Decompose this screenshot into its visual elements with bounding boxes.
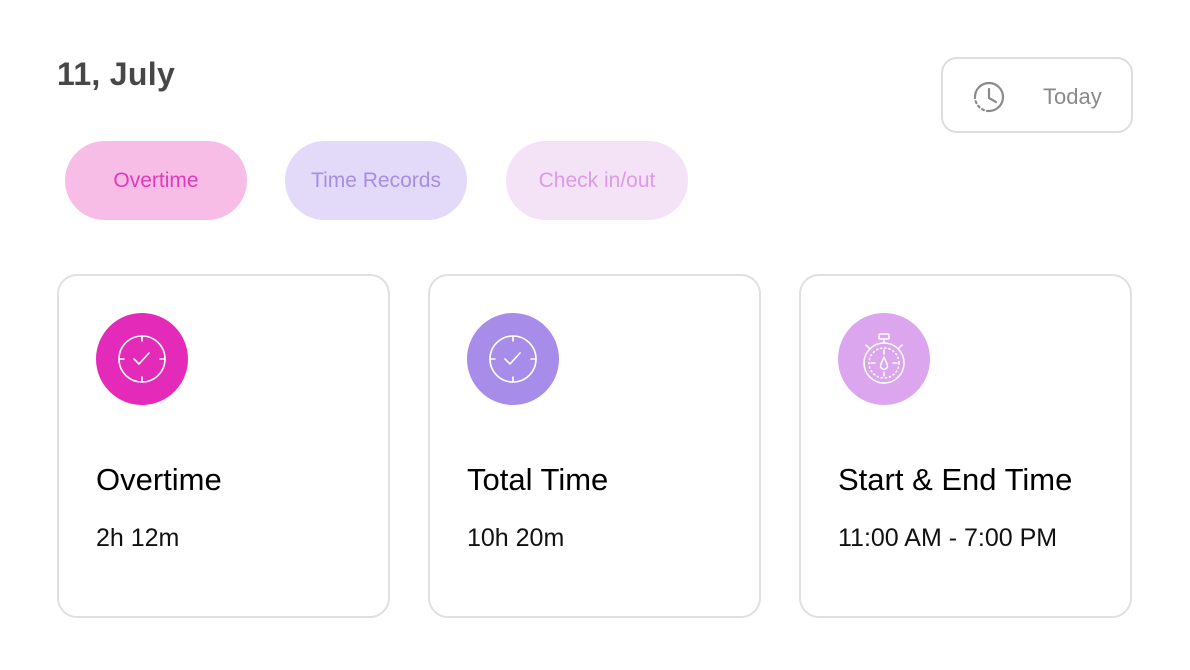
today-label: Today (1043, 84, 1102, 109)
page: 11, July Today Overtime Time Records Che… (0, 0, 1190, 670)
card-value: 11:00 AM - 7:00 PM (838, 524, 1058, 552)
clock-check-icon (467, 313, 559, 405)
date-title: 11, July (57, 56, 176, 92)
card-title: Start & End Time (838, 462, 1073, 497)
clock-history-icon (971, 79, 1007, 115)
tab-check-in-out[interactable]: Check in/out (506, 141, 688, 220)
card-value: 2h 12m (96, 524, 180, 552)
card-title: Overtime (96, 462, 222, 497)
stopwatch-icon (838, 313, 930, 405)
total-time-card[interactable]: Total Time 10h 20m (428, 274, 761, 618)
start-end-time-card[interactable]: Start & End Time 11:00 AM - 7:00 PM (799, 274, 1132, 618)
today-button[interactable]: Today (941, 57, 1133, 133)
card-value: 10h 20m (467, 524, 565, 552)
clock-check-icon (96, 313, 188, 405)
card-title: Total Time (467, 462, 609, 497)
overtime-card[interactable]: Overtime 2h 12m (57, 274, 390, 618)
tab-overtime[interactable]: Overtime (65, 141, 247, 220)
tab-time-records[interactable]: Time Records (285, 141, 467, 220)
